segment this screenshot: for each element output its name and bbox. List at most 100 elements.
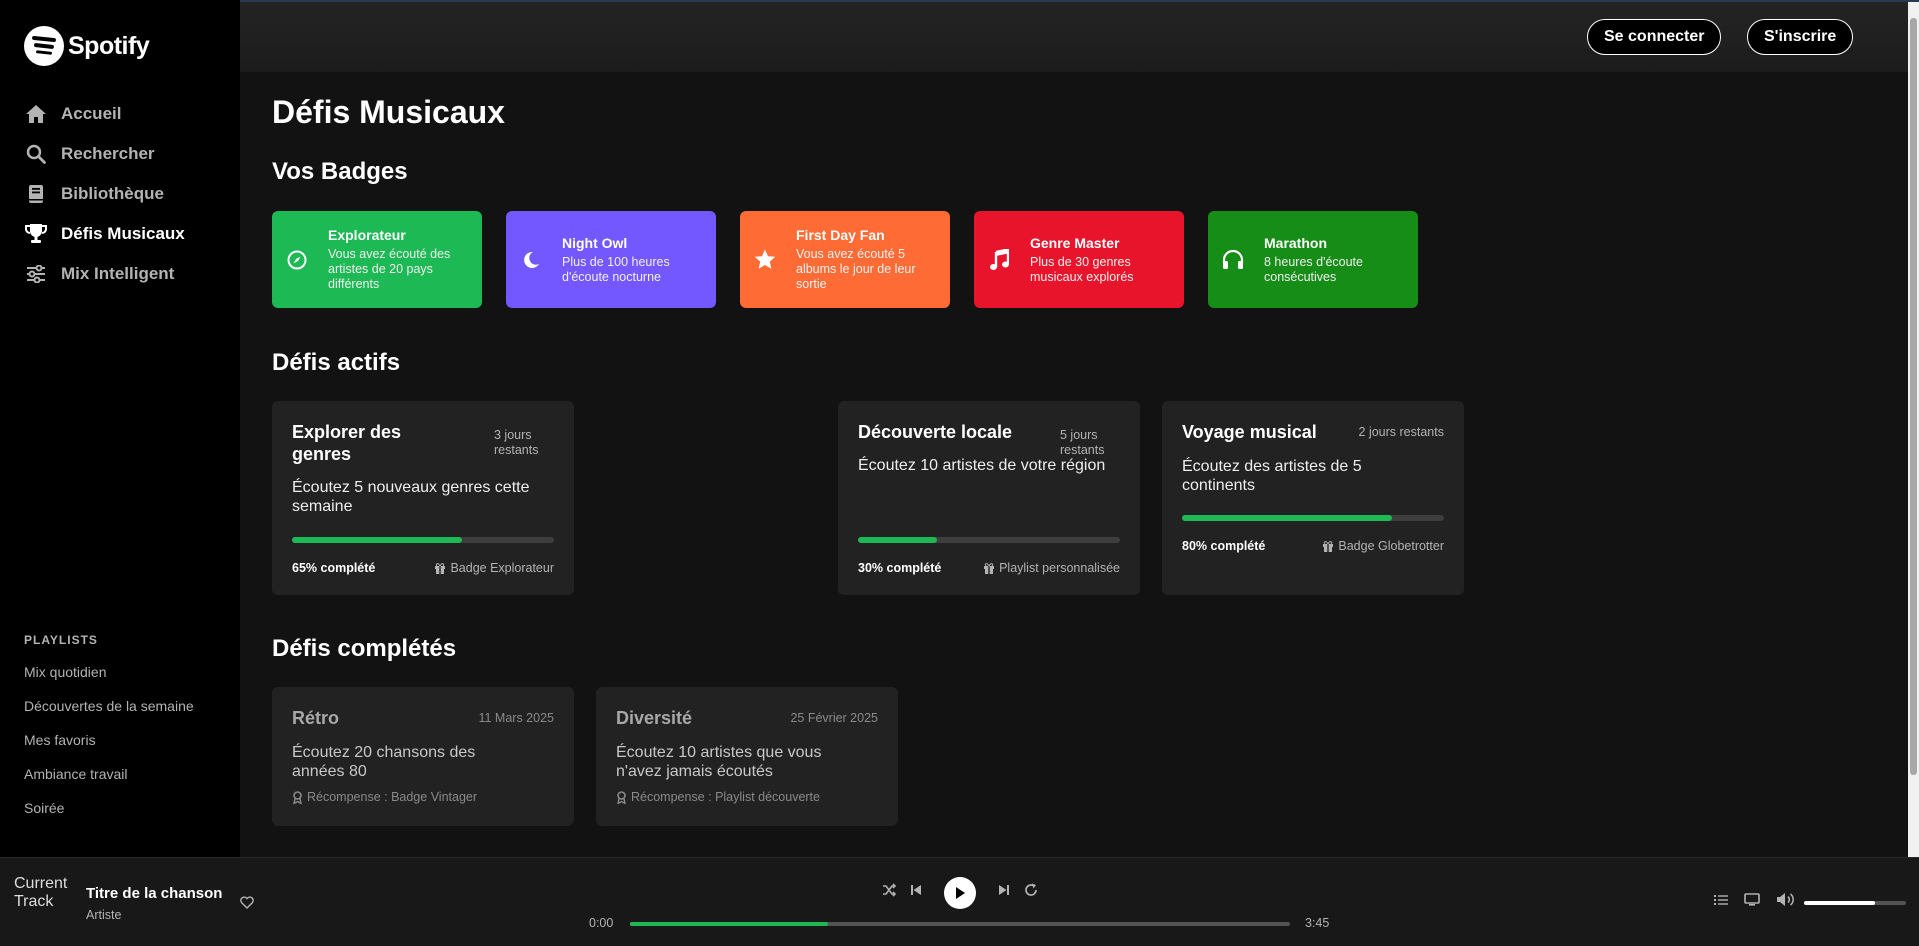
completed-reward: Récompense : Playlist découverte [616, 790, 820, 804]
badge-desc: Plus de 30 genres musicaux explorés [1030, 254, 1134, 284]
track-cover: Current Track [14, 875, 68, 910]
badge-card-genre-master[interactable]: Genre Master Plus de 30 genres musicaux … [974, 211, 1184, 308]
sliders-icon [22, 262, 50, 286]
active-challenges-heading: Défis actifs [272, 349, 401, 376]
badge-desc: Vous avez écouté des artistes de 20 pays… [328, 247, 451, 291]
badge-desc: Plus de 100 heures d'écoute nocturne [562, 254, 670, 284]
play-icon [956, 887, 965, 899]
award-icon [617, 790, 626, 804]
volume-icon[interactable] [1776, 892, 1795, 912]
playlist-item[interactable]: Mix quotidien [24, 655, 194, 689]
completed-card-retro[interactable]: Rétro 11 Mars 2025 Écoutez 20 chansons d… [272, 687, 574, 826]
page-scrollbar[interactable] [1908, 2, 1919, 857]
progress-fill [858, 537, 937, 543]
challenge-progress-bar [858, 537, 1120, 543]
challenge-card-explorer-des-genres[interactable]: Explorer des genres 3 jours restants Éco… [272, 401, 574, 595]
completed-date: 11 Mars 2025 [478, 711, 554, 725]
previous-icon[interactable] [910, 883, 922, 901]
challenge-progress-label: 65% complété [292, 561, 376, 575]
playlist-item[interactable]: Soirée [24, 791, 194, 825]
badge-card-first-day-fan[interactable]: First Day Fan Vous avez écouté 5 albums … [740, 211, 950, 308]
shuffle-icon[interactable] [882, 883, 897, 902]
challenge-card-voyage-musical[interactable]: Voyage musical 2 jours restants Écoutez … [1162, 401, 1464, 595]
challenge-desc: Écoutez 5 nouveaux genres cette semaine [292, 479, 530, 515]
star-icon [754, 249, 776, 270]
challenge-progress-bar [1182, 515, 1444, 521]
track-title[interactable]: Titre de la chanson [86, 885, 222, 902]
time-total: 3:45 [1305, 916, 1330, 930]
challenge-days-left: 5 jours restants [1060, 428, 1105, 457]
gift-icon [1323, 541, 1334, 552]
nav-item-rechercher[interactable]: Rechercher [22, 134, 185, 174]
playlist-item[interactable]: Ambiance travail [24, 757, 194, 791]
badge-title: Explorateur [328, 227, 406, 243]
spotify-logo[interactable]: Spotify [24, 26, 150, 66]
challenge-desc: Écoutez 10 artistes de votre région [858, 457, 1106, 474]
challenge-progress-label: 80% complété [1182, 539, 1266, 553]
badge-card-explorateur[interactable]: Explorateur Vous avez écouté des artiste… [272, 211, 482, 308]
completed-reward-label: Récompense : Badge Vintager [307, 790, 478, 804]
page-title: Défis Musicaux [272, 94, 505, 130]
track-progress-bar[interactable] [630, 922, 1290, 926]
player-bar: Current Track Titre de la chanson Artist… [0, 857, 1919, 946]
signup-button[interactable]: S'inscrire [1747, 19, 1854, 55]
heart-icon[interactable] [240, 896, 254, 914]
nav-item-accueil[interactable]: Accueil [22, 94, 185, 134]
challenge-reward-label: Badge Globetrotter [1338, 539, 1444, 553]
spotify-logo-icon [24, 26, 64, 66]
login-button[interactable]: Se connecter [1587, 19, 1722, 55]
repeat-icon[interactable] [1024, 883, 1038, 902]
challenge-title: Voyage musical [1182, 422, 1317, 442]
top-bar: Se connecter S'inscrire [240, 2, 1908, 72]
challenge-reward: Playlist personnalisée [983, 561, 1120, 575]
track-progress-fill [630, 922, 828, 926]
library-icon [22, 182, 50, 206]
playlist-item[interactable]: Découvertes de la semaine [24, 689, 194, 723]
nav-item-mix-intelligent[interactable]: Mix Intelligent [22, 254, 185, 294]
badge-title: First Day Fan [796, 227, 885, 243]
volume-fill [1804, 901, 1876, 905]
completed-card-diversite[interactable]: Diversité 25 Février 2025 Écoutez 10 art… [596, 687, 898, 826]
home-icon [22, 102, 50, 126]
queue-icon[interactable] [1714, 893, 1728, 911]
badge-card-marathon[interactable]: Marathon 8 heures d'écoute consécutives [1208, 211, 1418, 308]
nav-label-defis-musicaux: Défis Musicaux [61, 224, 185, 243]
track-artist[interactable]: Artiste [86, 908, 121, 922]
device-icon[interactable] [1744, 893, 1760, 911]
challenge-reward-label: Badge Explorateur [450, 561, 554, 575]
volume-slider[interactable] [1804, 901, 1906, 905]
challenge-footer: 80% complété Badge Globetrotter [1182, 539, 1444, 553]
nav-label-rechercher: Rechercher [61, 144, 155, 163]
badge-desc: 8 heures d'écoute consécutives [1264, 254, 1363, 284]
nav-item-bibliotheque[interactable]: Bibliothèque [22, 174, 185, 214]
sidebar: Spotify Accueil Rechercher Bibliothèque … [0, 0, 240, 857]
scrollbar-thumb[interactable] [1910, 18, 1917, 775]
completed-challenges-heading: Défis complétés [272, 635, 457, 662]
badge-title: Night Owl [562, 234, 628, 251]
nav-label-mix-intelligent: Mix Intelligent [61, 264, 175, 283]
completed-reward-label: Récompense : Playlist découverte [631, 790, 820, 804]
completed-desc: Écoutez 10 artistes que vous n'avez jama… [616, 744, 822, 780]
headphones-icon [1222, 249, 1244, 270]
challenge-progress-bar [292, 537, 554, 543]
playlists-list: Mix quotidien Découvertes de la semaine … [24, 655, 194, 825]
challenge-reward: Badge Explorateur [434, 561, 554, 575]
challenge-footer: 65% complété Badge Explorateur [292, 561, 554, 575]
badges-heading: Vos Badges [272, 158, 408, 185]
nav-item-defis-musicaux[interactable]: Défis Musicaux [22, 214, 185, 254]
nav-label-accueil: Accueil [61, 104, 122, 123]
playlist-item[interactable]: Mes favoris [24, 723, 194, 757]
search-icon [22, 142, 50, 166]
challenge-desc: Écoutez des artistes de 5 continents [1182, 458, 1362, 494]
badge-desc: Vous avez écouté 5 albums le jour de leu… [796, 247, 916, 291]
trophy-icon [22, 222, 50, 246]
badge-card-night-owl[interactable]: Night Owl Plus de 100 heures d'écoute no… [506, 211, 716, 308]
challenge-days-left: 3 jours restants [494, 428, 539, 457]
music-note-icon [988, 248, 1010, 271]
play-button[interactable] [944, 877, 976, 909]
challenge-days-left: 2 jours restants [1358, 425, 1444, 439]
playlists-heading: PLAYLISTS [24, 633, 98, 647]
gift-icon [984, 563, 995, 574]
next-icon[interactable] [998, 883, 1010, 901]
challenge-card-decouverte-locale[interactable]: Découverte locale 5 jours restants Écout… [838, 401, 1140, 595]
